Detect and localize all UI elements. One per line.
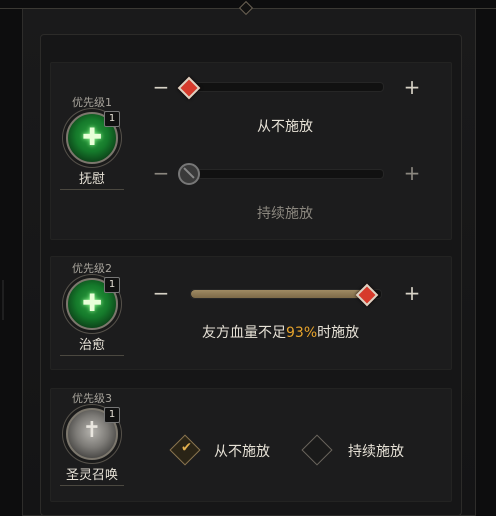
- group-heal-icon[interactable]: ✚ 1: [66, 277, 120, 330]
- side-edge: [2, 280, 14, 320]
- disabled-thumb-icon: [178, 163, 200, 185]
- increase-button[interactable]: +: [401, 77, 423, 99]
- increase-button[interactable]: +: [401, 283, 423, 305]
- slider-value-label: 从不施放: [257, 119, 313, 135]
- cast-slider-track[interactable]: [182, 82, 384, 92]
- skill-count-badge: 1: [104, 407, 120, 423]
- increase-button: +: [401, 163, 423, 185]
- decrease-button: −: [150, 163, 172, 185]
- skill-count-badge: 1: [104, 277, 120, 293]
- skill-card-3[interactable]: 优先级3 ✝ 1 圣灵召唤: [60, 390, 124, 486]
- skill-count-badge: 1: [104, 111, 120, 127]
- slider-value-label: 持续施放: [257, 206, 313, 222]
- threshold-value: 93%: [286, 325, 318, 341]
- skill-name: 圣灵召唤: [60, 464, 124, 486]
- priority-label: 优先级3: [72, 392, 112, 405]
- skill-name: 抚慰: [60, 168, 124, 190]
- skill-card-1[interactable]: 优先级1 ✚ 1 抚慰: [60, 94, 124, 190]
- skill-name: 治愈: [60, 334, 124, 356]
- checkmark-icon: ✔: [181, 440, 192, 456]
- option-label[interactable]: 从不施放: [214, 441, 270, 461]
- decrease-button[interactable]: −: [150, 77, 172, 99]
- slider-fill: [191, 290, 368, 298]
- decrease-button[interactable]: −: [150, 283, 172, 305]
- priority-label: 优先级1: [72, 96, 112, 109]
- holy-summon-icon[interactable]: ✝ 1: [66, 407, 120, 460]
- heal-cross-icon[interactable]: ✚ 1: [66, 111, 120, 164]
- cast-slider-track-disabled: [182, 169, 384, 179]
- health-threshold-slider[interactable]: [190, 289, 382, 299]
- priority-label: 优先级2: [72, 262, 112, 275]
- option-label[interactable]: 持续施放: [348, 441, 404, 461]
- threshold-label: 友方血量不足93%时施放: [202, 325, 360, 341]
- skill-card-2[interactable]: 优先级2 ✚ 1 治愈: [60, 260, 124, 356]
